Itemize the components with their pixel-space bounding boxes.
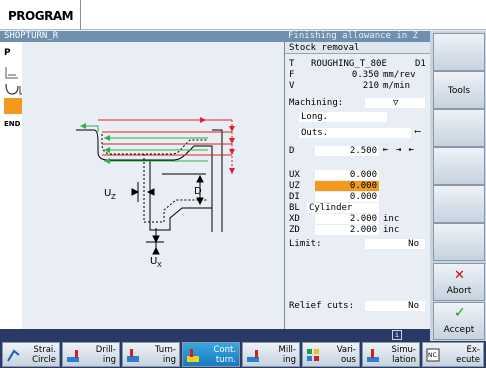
machining-select[interactable]: ▽ [365, 98, 425, 108]
app-title: PROGRAM [8, 9, 74, 23]
xd-field[interactable]: 2.000 [315, 214, 379, 224]
blank-select[interactable]: Cylinder [307, 203, 379, 213]
status-bar: i [0, 329, 430, 341]
tool-value[interactable]: ROUGHING_T_80E [311, 59, 387, 70]
limit-label: Limit: [289, 239, 322, 249]
di-label: DI [289, 192, 300, 202]
vertical-softkeys: Tools ✕ Abort ✓ Accept [430, 31, 486, 342]
speed-label: V [289, 81, 295, 91]
straight-circle-icon [7, 349, 20, 362]
softkey-v6[interactable] [433, 223, 485, 261]
cycle-title: Stock removal [285, 42, 430, 54]
infeed-field[interactable]: 2.500 [315, 146, 379, 156]
stock-removal-diagram: D U Z U X [76, 117, 235, 269]
ux-field[interactable]: 0.000 [315, 170, 379, 180]
accept-check-icon: ✓ [454, 305, 466, 321]
drilling-button[interactable]: Drill- ing [62, 342, 120, 367]
inner-contour [149, 160, 212, 231]
tool-label: T [289, 59, 295, 69]
zd-unit: inc [383, 225, 400, 235]
contour-drawing: D U Z U X [22, 42, 284, 329]
svg-text:NC: NC [428, 352, 437, 359]
limit-select[interactable]: No [365, 239, 425, 249]
feed-label: F [289, 70, 295, 80]
position-select[interactable]: Outs. [299, 128, 411, 138]
speed-value[interactable]: 210 [315, 81, 379, 92]
info-icon[interactable]: i [392, 330, 402, 340]
mill-icon [247, 350, 259, 362]
various-button[interactable]: Vari- ous [302, 342, 360, 367]
feed-unit: mm/rev [383, 70, 416, 80]
label-uz-sub: Z [111, 193, 116, 201]
execute-button[interactable]: NC Ex- ecute [422, 342, 484, 367]
contour-turning-button[interactable]: Cont. turn. [182, 342, 240, 367]
zd-label: ZD [289, 225, 300, 235]
tools-button[interactable]: Tools [433, 71, 485, 109]
infeed-label: D [289, 146, 295, 156]
title-divider [80, 0, 81, 30]
stock-removal-step-selected[interactable] [4, 98, 22, 114]
parameter-panel: Stock removal T ROUGHING_T_80E D1 F 0.35… [284, 42, 430, 329]
softkey-v5[interactable] [433, 185, 485, 223]
abort-x-icon: ✕ [454, 268, 465, 283]
ux-label: UX [289, 170, 300, 180]
position-toggle-icon[interactable]: ⟵ [415, 127, 420, 138]
turning-icon [127, 349, 139, 362]
contour-turning-icon [187, 349, 199, 362]
blank-label: BL [289, 203, 300, 213]
uz-label: UZ [289, 181, 300, 191]
relief-label: Relief cuts: [289, 301, 355, 311]
program-name-header: SHOPTURN_R [0, 31, 284, 42]
xd-label: XD [289, 214, 300, 224]
field-hint-header: Finishing allowance in Z [284, 31, 430, 42]
relief-select[interactable]: No [365, 301, 425, 311]
straight-circle-button[interactable]: Strai. Circle [2, 342, 60, 367]
workpiece-contour [76, 129, 213, 232]
di-field[interactable]: 0.000 [315, 192, 379, 202]
horizontal-softkeys: Strai. Circle Drill- ing Turn- ing Cont.… [0, 341, 486, 368]
uz-field-focused[interactable]: 0.000 [315, 181, 379, 191]
machining-label: Machining: [289, 98, 344, 108]
turning-step-icon[interactable] [4, 66, 20, 80]
feed-value[interactable]: 0.350 [315, 70, 379, 81]
program-header-step[interactable]: P [4, 48, 20, 62]
accept-button[interactable]: ✓ Accept [433, 302, 485, 340]
drill-icon [67, 350, 79, 362]
zd-field[interactable]: 2.000 [315, 225, 379, 235]
tool-d-value[interactable]: D1 [415, 59, 426, 70]
softkey-v4[interactable] [433, 147, 485, 185]
softkey-v3[interactable] [433, 109, 485, 147]
milling-button[interactable]: Mill- ing [242, 342, 300, 367]
simulation-icon [367, 349, 379, 362]
xd-unit: inc [383, 214, 400, 224]
simulation-button[interactable]: Simu- lation [362, 342, 420, 367]
contour-step-icon[interactable] [4, 82, 22, 96]
title-bar: PROGRAM [0, 0, 486, 30]
label-d: D [194, 186, 202, 197]
label-ux-sub: X [157, 261, 162, 269]
softkey-v1[interactable] [433, 33, 485, 71]
turning-button[interactable]: Turn- ing [122, 342, 180, 367]
abort-button[interactable]: ✕ Abort [433, 263, 485, 301]
execute-icon: NC [426, 348, 440, 362]
direction-select[interactable]: Long. [299, 112, 387, 122]
speed-unit: m/min [383, 81, 411, 91]
dimension-ux [146, 228, 164, 255]
infeed-mode-icons[interactable]: ⇤ ⇥ ⇤ [383, 145, 415, 156]
chuck-outline [212, 129, 223, 232]
program-end-step[interactable]: END [4, 120, 20, 134]
dimension-uz [131, 182, 155, 202]
program-steps-strip: P END [0, 42, 22, 329]
various-icon [307, 349, 319, 361]
